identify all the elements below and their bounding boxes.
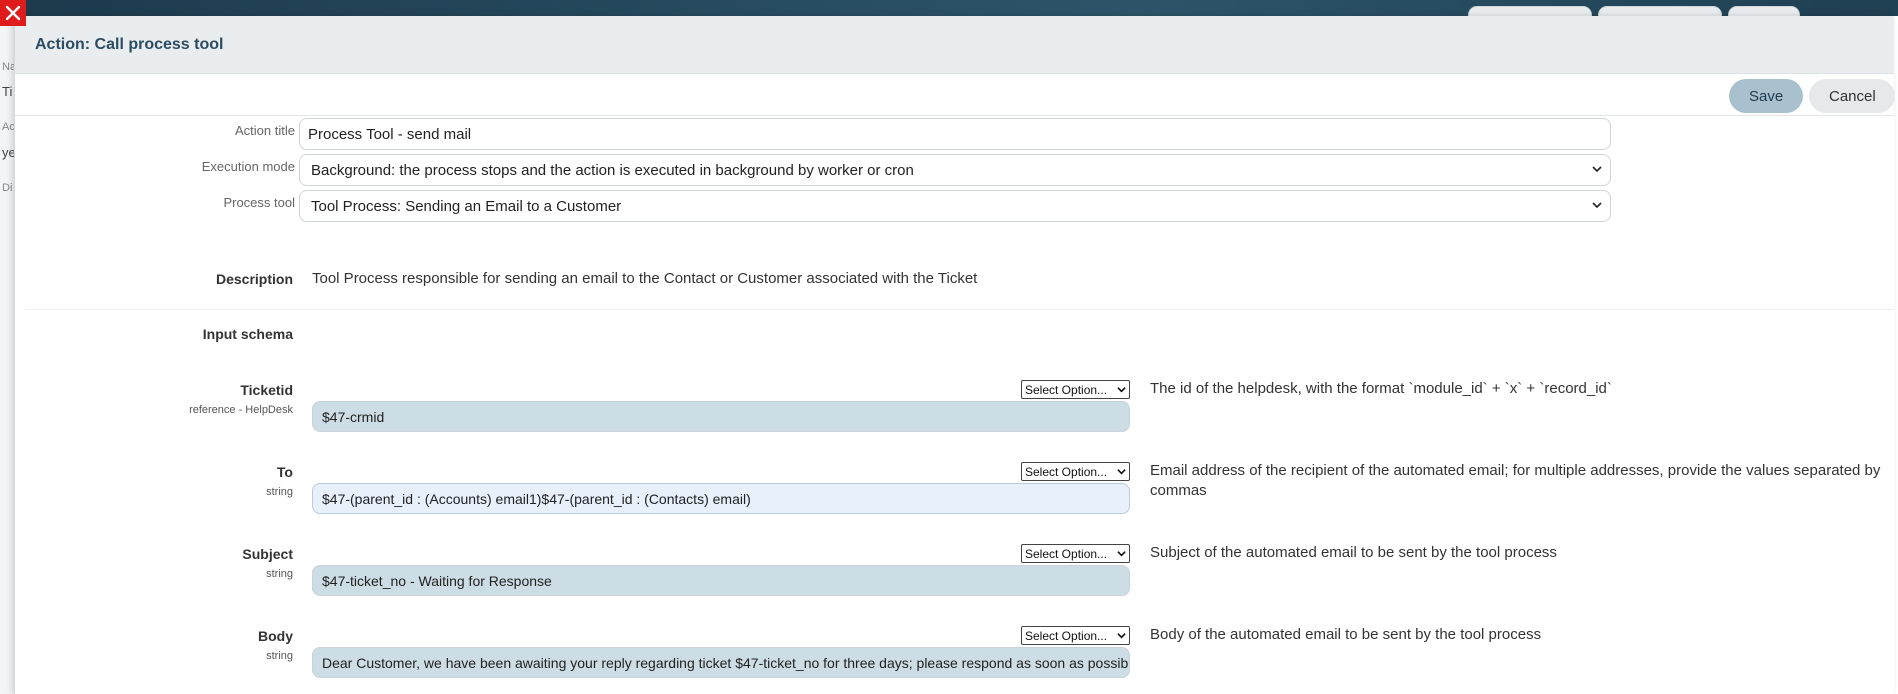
param-value-input[interactable]: Dear Customer, we have been awaiting you… bbox=[312, 647, 1130, 678]
param-value-input[interactable]: $47-crmid bbox=[312, 401, 1130, 432]
close-modal-button[interactable] bbox=[0, 0, 26, 26]
param-name: Body bbox=[258, 628, 293, 644]
modal-header: Action: Call process tool bbox=[15, 16, 1894, 74]
param-name: Subject bbox=[242, 546, 293, 562]
modal-title: Action: Call process tool bbox=[35, 35, 224, 53]
execution-mode-select[interactable]: Background: the process stops and the ac… bbox=[299, 154, 1611, 186]
param-help-text: The id of the helpdesk, with the format … bbox=[1150, 380, 1612, 397]
param-value-input[interactable]: $47-(parent_id : (Accounts) email1)$47-(… bbox=[312, 483, 1130, 514]
description-label: Description bbox=[215, 271, 293, 287]
chevron-down-icon bbox=[1117, 387, 1126, 393]
param-name: To bbox=[276, 464, 293, 480]
param-type: string bbox=[266, 650, 293, 662]
select-placeholder: Select Option... bbox=[1025, 464, 1108, 479]
bg-letter: Ti bbox=[2, 84, 13, 99]
process-tool-label: Process tool bbox=[223, 195, 295, 210]
input-schema-label: Input schema bbox=[202, 326, 293, 342]
modal-toolbar: Save Cancel bbox=[15, 74, 1895, 116]
cancel-button[interactable]: Cancel bbox=[1809, 79, 1895, 113]
param-value-input[interactable]: $47-ticket_no - Waiting for Response bbox=[312, 565, 1130, 596]
save-button[interactable]: Save bbox=[1729, 79, 1803, 113]
select-placeholder: Select Option... bbox=[1025, 628, 1108, 643]
background-left-strip: Na Ti Ac ye Di bbox=[0, 16, 16, 694]
param-select-option[interactable]: Select Option... bbox=[1021, 544, 1130, 563]
param-name: Ticketid bbox=[240, 382, 293, 398]
param-type: string bbox=[266, 486, 293, 498]
call-process-tool-modal: Action: Call process tool Save Cancel Ac… bbox=[14, 16, 1895, 694]
param-select-option[interactable]: Select Option... bbox=[1021, 462, 1130, 481]
select-placeholder: Select Option... bbox=[1025, 546, 1108, 561]
param-select-option[interactable]: Select Option... bbox=[1021, 626, 1130, 645]
param-help-text: Subject of the automated email to be sen… bbox=[1150, 544, 1557, 561]
divider bbox=[25, 309, 1895, 310]
execution-mode-value: Background: the process stops and the ac… bbox=[311, 161, 914, 179]
param-type: string bbox=[266, 568, 293, 580]
param-select-option[interactable]: Select Option... bbox=[1021, 380, 1130, 399]
close-icon bbox=[5, 5, 21, 21]
description-text: Tool Process responsible for sending an … bbox=[312, 270, 978, 287]
bg-letter: Di bbox=[2, 182, 13, 194]
process-tool-value: Tool Process: Sending an Email to a Cust… bbox=[311, 197, 622, 215]
chevron-down-icon bbox=[1592, 202, 1602, 209]
param-help-text: Body of the automated email to be sent b… bbox=[1150, 626, 1542, 643]
chevron-down-icon bbox=[1592, 166, 1602, 173]
bg-letter: Ac bbox=[2, 121, 15, 133]
chevron-down-icon bbox=[1117, 551, 1126, 557]
select-placeholder: Select Option... bbox=[1025, 382, 1108, 397]
action-title-input[interactable]: Process Tool - send mail bbox=[299, 118, 1611, 150]
action-title-label: Action title bbox=[235, 123, 295, 138]
process-tool-select[interactable]: Tool Process: Sending an Email to a Cust… bbox=[299, 190, 1611, 222]
param-type: reference - HelpDesk bbox=[189, 404, 293, 416]
chevron-down-icon bbox=[1117, 633, 1126, 639]
param-help-text: Email address of the recipient of the au… bbox=[1150, 462, 1881, 499]
execution-mode-label: Execution mode bbox=[201, 159, 295, 174]
chevron-down-icon bbox=[1117, 469, 1126, 475]
